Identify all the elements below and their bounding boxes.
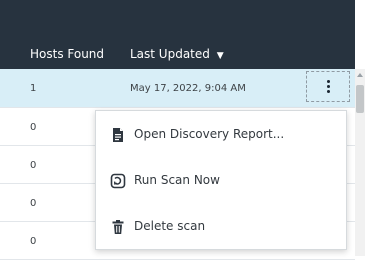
menu-item-open-discovery-report[interactable]: Open Discovery Report...: [96, 115, 346, 155]
hosts-found-cell: 1: [30, 83, 37, 94]
column-header-label: Last Updated: [130, 47, 210, 61]
kebab-dot: [327, 90, 330, 93]
hosts-found-cell: 0: [30, 160, 37, 171]
row-actions-menu: Open Discovery Report... Run Scan Now De…: [95, 110, 347, 250]
trash-icon: [110, 219, 126, 235]
sort-descending-icon: ▼: [216, 51, 224, 61]
scroll-up-arrow-icon[interactable]: [357, 73, 363, 77]
table-row[interactable]: 1 May 17, 2022, 9:04 AM: [0, 69, 355, 108]
hosts-found-cell: 0: [30, 236, 37, 247]
column-header-hosts-found[interactable]: Hosts Found: [30, 47, 104, 61]
menu-item-label: Run Scan Now: [134, 173, 220, 187]
row-actions-button[interactable]: [306, 71, 350, 102]
kebab-dot: [327, 80, 330, 83]
document-icon: [110, 127, 126, 143]
run-scan-icon: [110, 173, 126, 189]
last-updated-cell: May 17, 2022, 9:04 AM: [130, 83, 246, 94]
hosts-found-cell: 0: [30, 198, 37, 209]
kebab-dot: [327, 85, 330, 88]
hosts-found-cell: 0: [30, 122, 37, 133]
column-header-label: Hosts Found: [30, 47, 105, 61]
scrollbar-thumb[interactable]: [356, 85, 364, 113]
column-header-last-updated[interactable]: Last Updated ▼: [130, 47, 224, 61]
vertical-scrollbar[interactable]: [355, 69, 365, 256]
table-header: Hosts Found Last Updated ▼: [0, 0, 355, 69]
menu-item-label: Delete scan: [134, 219, 206, 233]
menu-item-delete-scan[interactable]: Delete scan: [96, 207, 346, 247]
menu-item-label: Open Discovery Report...: [134, 127, 285, 141]
menu-item-run-scan-now[interactable]: Run Scan Now: [96, 161, 346, 201]
